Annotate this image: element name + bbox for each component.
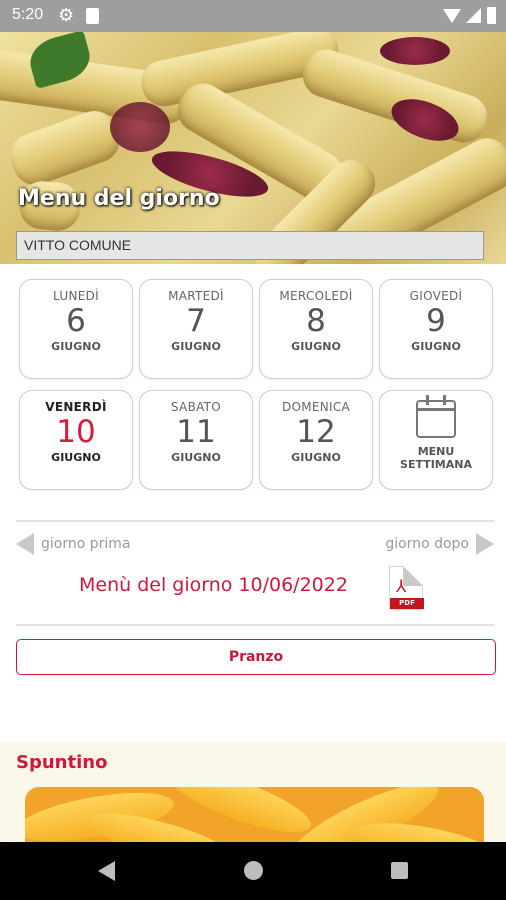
day-number: 6 [66, 303, 86, 339]
spuntino-section: Spuntino [0, 742, 506, 842]
pdf-badge: PDF [390, 598, 424, 609]
arrow-right-icon [476, 533, 494, 555]
day-month: GIUGNO [171, 451, 221, 464]
back-icon[interactable] [98, 861, 115, 881]
day-name: LUNEDÌ [52, 289, 99, 303]
spuntino-title: Spuntino [16, 752, 108, 773]
week-menu-label: MENU SETTIMANA [380, 445, 492, 471]
penne-shape [4, 104, 126, 192]
next-day-label: giorno dopo [385, 536, 469, 552]
day-month: GIUGNO [171, 340, 221, 353]
week-menu-label-line1: MENU [417, 445, 455, 458]
day-card-tuesday[interactable]: MARTEDÌ 7 GIUGNO [139, 279, 253, 379]
pdf-acrobat-mark: ⅄ [396, 577, 407, 597]
recent-apps-icon[interactable] [391, 862, 408, 879]
day-number: 11 [176, 414, 216, 450]
pdf-download-icon[interactable]: ⅄ PDF [389, 566, 424, 610]
day-name: MERCOLEDÌ [279, 289, 353, 303]
day-name: DOMENICA [281, 400, 351, 414]
day-grid: LUNEDÌ 6 GIUGNO MARTEDÌ 7 GIUGNO MERCOLE… [19, 279, 493, 491]
previous-day-label: giorno prima [41, 536, 131, 552]
radicchio-piece [380, 37, 450, 65]
day-month: GIUGNO [291, 451, 341, 464]
day-card-saturday[interactable]: SABATO 11 GIUGNO [139, 390, 253, 490]
radicchio-piece [110, 102, 170, 152]
calendar-icon [416, 395, 456, 438]
home-icon[interactable] [244, 861, 263, 880]
next-day-button[interactable]: giorno dopo [385, 532, 494, 556]
day-number: 7 [186, 303, 206, 339]
day-name: MARTEDÌ [168, 289, 224, 303]
day-number: 8 [306, 303, 326, 339]
day-name: SABATO [170, 400, 222, 414]
day-month: GIUGNO [51, 451, 101, 464]
day-name: VENERDÌ [45, 400, 107, 414]
day-card-friday[interactable]: VENERDÌ 10 GIUGNO [19, 390, 133, 490]
status-bar: 5:20 ⚙ [0, 0, 506, 32]
day-card-sunday[interactable]: DOMENICA 12 GIUGNO [259, 390, 373, 490]
divider-top [16, 520, 494, 522]
menu-type-selector[interactable]: VITTO COMUNE [16, 231, 484, 260]
signal-icon [466, 8, 481, 23]
day-number: 12 [296, 414, 336, 450]
day-card-thursday[interactable]: GIOVEDÌ 9 GIUGNO [379, 279, 493, 379]
system-navigation-bar [0, 842, 506, 900]
wifi-icon [443, 9, 461, 23]
day-number: 10 [56, 414, 96, 450]
hero-pasta-image: Menu del giorno VITTO COMUNE [0, 32, 506, 264]
day-card-wednesday[interactable]: MERCOLEDÌ 8 GIUGNO [259, 279, 373, 379]
divider-bottom [16, 624, 494, 626]
spuntino-flower-image [25, 787, 484, 842]
previous-day-button[interactable]: giorno prima [16, 532, 131, 556]
day-card-monday[interactable]: LUNEDÌ 6 GIUGNO [19, 279, 133, 379]
day-month: GIUGNO [411, 340, 461, 353]
status-time: 5:20 [12, 6, 44, 23]
day-name: GIOVEDÌ [409, 289, 463, 303]
battery-icon [487, 7, 496, 24]
week-menu-button[interactable]: MENU SETTIMANA [379, 390, 493, 490]
sd-card-icon [86, 8, 99, 24]
day-month: GIUGNO [291, 340, 341, 353]
menu-date-title: Menù del giorno 10/06/2022 [79, 574, 348, 596]
week-menu-label-line2: SETTIMANA [400, 458, 472, 471]
day-month: GIUGNO [51, 340, 101, 353]
gear-icon: ⚙ [58, 5, 75, 26]
arrow-left-icon [16, 533, 34, 555]
day-number: 9 [426, 303, 446, 339]
page-title: Menu del giorno [18, 186, 220, 211]
pranzo-button[interactable]: Pranzo [16, 639, 496, 675]
